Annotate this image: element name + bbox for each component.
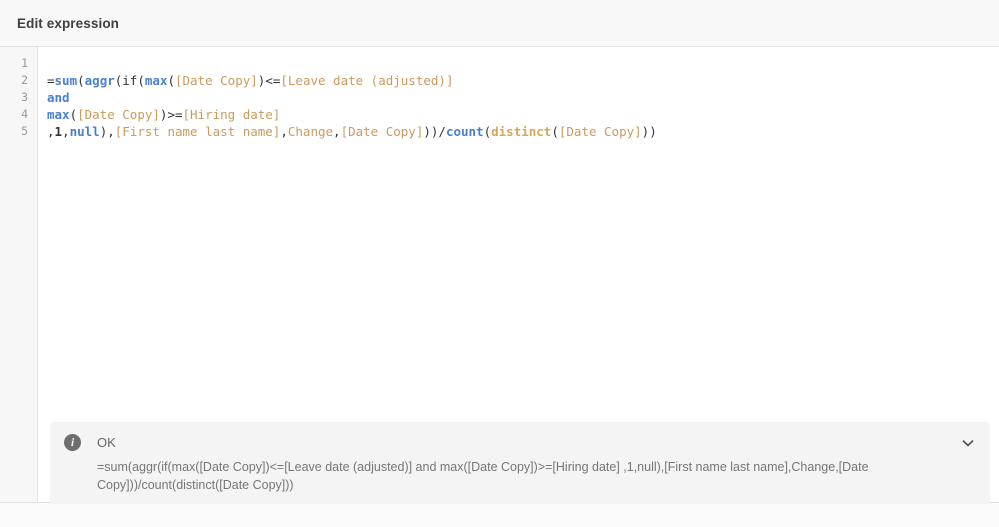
info-icon: i xyxy=(64,434,81,451)
code-token-field: [Date Copy] xyxy=(340,124,424,139)
code-token-plain: = xyxy=(47,73,55,88)
code-token-field: [Hiring date] xyxy=(182,107,281,122)
code-token-field: [First name last name] xyxy=(114,124,281,139)
code-token-func: count xyxy=(445,124,484,139)
code-token-plain: ( xyxy=(167,73,175,88)
code-token-plain: )) xyxy=(423,124,439,139)
code-line[interactable]: =sum(aggr(if(max([Date Copy])<=[Leave da… xyxy=(39,72,999,89)
code-token-plain: ( xyxy=(551,124,559,139)
expression-status-panel: i OK =sum(aggr(if(max([Date Copy])<=[Lea… xyxy=(50,422,990,507)
code-token-plain: )) xyxy=(641,124,657,139)
chevron-down-icon[interactable] xyxy=(960,435,976,451)
dialog-footer xyxy=(0,504,999,527)
code-line[interactable] xyxy=(39,55,999,72)
code-token-plain: , xyxy=(280,124,288,139)
code-token-keyword: and xyxy=(47,90,70,105)
code-token-plain: , xyxy=(62,124,70,139)
line-number-gutter: 1 2 3 4 5 xyxy=(0,47,38,502)
code-token-plain: , xyxy=(47,124,55,139)
line-number: 5 xyxy=(21,124,28,138)
code-token-plain: ( xyxy=(69,107,78,122)
code-token-field: [Date Copy] xyxy=(558,124,642,139)
dialog-header: Edit expression xyxy=(0,0,999,47)
code-token-func: aggr xyxy=(84,73,115,88)
code-line[interactable]: and xyxy=(39,89,999,106)
status-header-row: i OK xyxy=(64,434,976,451)
line-number: 3 xyxy=(21,90,28,104)
code-token-plain: / xyxy=(438,124,446,139)
code-token-field: [Date Copy] xyxy=(77,107,160,122)
code-token-plain: >= xyxy=(167,107,183,122)
expression-editor[interactable]: 1 2 3 4 5 =sum(aggr(if(max([Date Copy])<=[Le… xyxy=(0,47,999,507)
code-token-plain: ( xyxy=(77,73,85,88)
code-token-plain: ( xyxy=(483,124,492,139)
code-token-number: 1 xyxy=(54,124,63,139)
code-token-qualifier: distinct xyxy=(491,124,552,139)
page-title: Edit expression xyxy=(17,16,120,31)
code-token-func: max xyxy=(144,73,168,88)
code-token-plain: ( xyxy=(137,73,145,88)
code-line[interactable]: ,1,null),[First name last name],Change,[… xyxy=(39,123,999,140)
code-token-plain: <= xyxy=(265,73,281,88)
line-number: 2 xyxy=(21,73,28,87)
code-token-field: [Date Copy] xyxy=(174,73,258,88)
code-token-plain: if xyxy=(122,73,138,88)
code-token-func: max xyxy=(47,107,70,122)
status-badge: OK xyxy=(97,435,116,450)
status-expression-preview: =sum(aggr(if(max([Date Copy])<=[Leave da… xyxy=(97,460,869,492)
code-token-plain: , xyxy=(333,124,341,139)
code-token-keyword: null xyxy=(69,124,100,139)
code-token-plain: , xyxy=(107,124,115,139)
code-line[interactable]: max([Date Copy])>=[Hiring date] xyxy=(39,106,999,123)
code-token-field: [Leave date (adjusted)] xyxy=(280,73,454,88)
code-token-field: Change xyxy=(287,124,334,139)
line-number: 4 xyxy=(21,107,28,121)
line-number: 1 xyxy=(21,56,28,70)
code-token-func: sum xyxy=(54,73,78,88)
